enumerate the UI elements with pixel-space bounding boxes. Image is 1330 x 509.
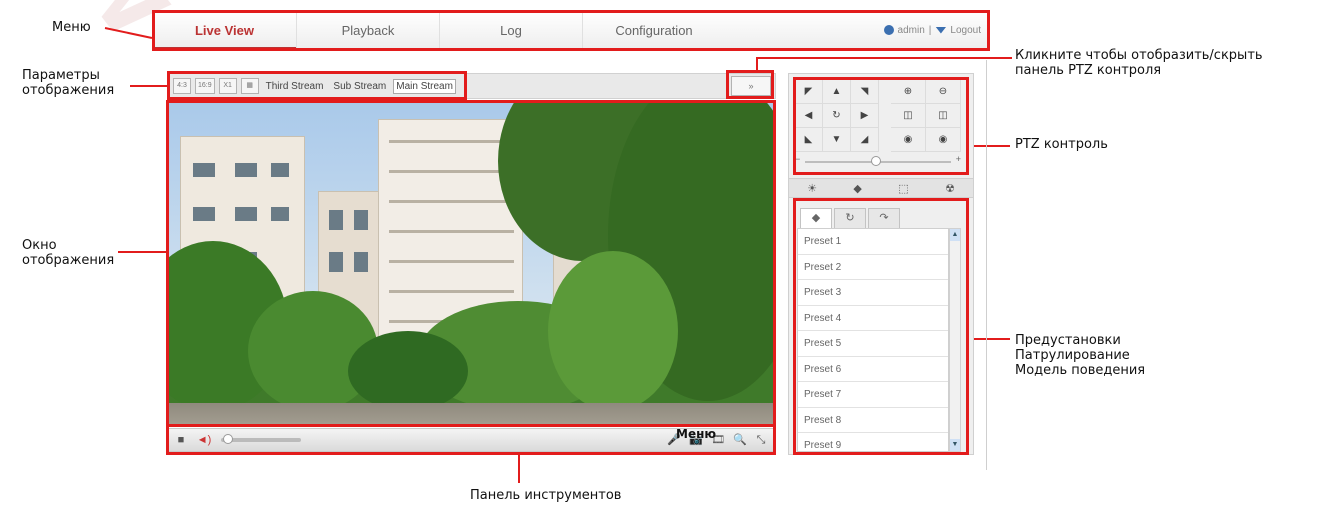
zoom-icon[interactable]: 🔍 xyxy=(733,434,747,446)
tab-playback[interactable]: Playback xyxy=(296,11,439,49)
tab-patrol[interactable]: ↻ xyxy=(834,208,866,228)
annotation-line xyxy=(518,455,520,483)
annotation-ptz-toggle: Кликните чтобы отобразить/скрыть панель … xyxy=(1015,48,1263,78)
list-item[interactable]: Preset 9 xyxy=(798,433,948,451)
speed-minus: − xyxy=(795,154,801,164)
ptz-up-right-button[interactable]: ◥ xyxy=(851,80,879,104)
list-item[interactable]: Preset 5 xyxy=(798,331,948,357)
video-window[interactable] xyxy=(168,101,773,425)
stop-icon[interactable]: ■ xyxy=(175,434,187,446)
ptz-left-button[interactable]: ◀ xyxy=(795,104,823,128)
iris-open-button[interactable]: ◉ xyxy=(891,128,926,152)
list-item[interactable]: Preset 3 xyxy=(798,280,948,306)
speed-plus: + xyxy=(955,154,961,164)
video-tree xyxy=(348,331,468,411)
tab-log[interactable]: Log xyxy=(439,11,582,49)
wiper-icon[interactable]: ◆ xyxy=(853,182,861,195)
separator: | xyxy=(928,24,932,36)
tab-live-view[interactable]: Live View xyxy=(153,12,296,49)
logout-icon[interactable] xyxy=(935,26,947,34)
lens-init-icon[interactable]: ☢ xyxy=(945,182,955,195)
user-icon xyxy=(883,25,894,35)
annotation-line xyxy=(970,338,1010,340)
aspect-4-3-button[interactable]: 4:3 xyxy=(173,78,191,94)
annotation-line xyxy=(756,57,758,71)
preset-scrollbar[interactable]: ▲ ▼ xyxy=(949,228,961,452)
annotation-display-window: Окно отображения xyxy=(22,238,115,268)
focus-far-button[interactable]: ◫ xyxy=(926,104,961,128)
volume-slider-knob[interactable] xyxy=(223,434,233,444)
ptz-speed-slider[interactable]: − + xyxy=(795,154,961,166)
annotation-line xyxy=(970,145,1010,147)
annotation-menu-overlap: Меню xyxy=(676,427,717,441)
preset-tabs: ◆ ↻ ↷ xyxy=(800,208,900,228)
annotation-menu: Меню xyxy=(52,20,91,35)
list-item[interactable]: Preset 8 xyxy=(798,408,948,433)
volume-slider[interactable] xyxy=(221,434,301,444)
annotation-display-params: Параметры отображения xyxy=(22,68,115,98)
ptz-down-left-button[interactable]: ◣ xyxy=(795,128,823,152)
auto-fill-button[interactable]: ▦ xyxy=(240,78,259,94)
ptz-direction-pad: ◤ ▲ ◥ ◀ ↻ ▶ ◣ ▼ ◢ xyxy=(795,80,879,152)
list-item[interactable]: Preset 1 xyxy=(798,229,948,255)
divider xyxy=(986,60,987,470)
fullscreen-icon[interactable]: ⤡ xyxy=(755,434,767,446)
scroll-up-icon[interactable]: ▲ xyxy=(950,229,960,241)
ptz-lens-controls: ⊕ ⊖ ◫ ◫ ◉ ◉ xyxy=(891,80,961,152)
scroll-down-icon[interactable]: ▼ xyxy=(950,439,960,451)
original-size-button[interactable]: X1 xyxy=(218,78,237,94)
list-item[interactable]: Preset 4 xyxy=(798,306,948,331)
annotation-toolbar: Панель инструментов xyxy=(470,488,622,503)
focus-near-button[interactable]: ◫ xyxy=(891,104,926,128)
ptz-up-button[interactable]: ▲ xyxy=(823,80,851,104)
ptz-up-left-button[interactable]: ◤ xyxy=(795,80,823,104)
ptz-function-row: ☀ ◆ ⬚ ☢ xyxy=(789,178,973,198)
zoom-in-button[interactable]: ⊕ xyxy=(891,80,926,104)
volume-icon[interactable]: ◄) xyxy=(195,434,213,446)
annotation-line xyxy=(130,85,168,87)
user-area: admin | Logout xyxy=(883,24,981,36)
top-menu: Live View Playback Log Configuration adm… xyxy=(153,11,989,49)
ptz-right-button[interactable]: ▶ xyxy=(851,104,879,128)
ptz-toggle-button[interactable]: » xyxy=(731,76,771,96)
annotation-ptz-control: PTZ контроль xyxy=(1015,137,1108,152)
light-icon[interactable]: ☀ xyxy=(807,182,817,195)
annotation-line xyxy=(118,251,168,253)
list-item[interactable]: Preset 2 xyxy=(798,255,948,280)
aspect-16-9-button[interactable]: 16:9 xyxy=(195,78,215,94)
username: admin xyxy=(897,24,925,36)
ptz-down-button[interactable]: ▼ xyxy=(823,128,851,152)
third-stream-option[interactable]: Third Stream xyxy=(263,79,327,94)
preset-list: Preset 1 Preset 2 Preset 3 Preset 4 Pres… xyxy=(797,228,949,452)
tab-preset[interactable]: ◆ xyxy=(800,208,832,228)
iris-close-button[interactable]: ◉ xyxy=(926,128,961,152)
ptz-down-right-button[interactable]: ◢ xyxy=(851,128,879,152)
annotation-line xyxy=(756,57,1012,59)
zoom-out-button[interactable]: ⊖ xyxy=(926,80,961,104)
video-tree xyxy=(548,251,678,411)
speed-slider-knob[interactable] xyxy=(871,156,881,166)
tab-configuration[interactable]: Configuration xyxy=(582,11,725,49)
main-stream-option[interactable]: Main Stream xyxy=(393,78,456,94)
sub-stream-option[interactable]: Sub Stream xyxy=(330,79,389,94)
logout-link[interactable]: Logout xyxy=(950,25,981,36)
display-params-bar: 4:3 16:9 X1 ▦ Third Stream Sub Stream Ma… xyxy=(168,73,776,99)
3d-position-icon[interactable]: ⬚ xyxy=(898,182,908,195)
list-item[interactable]: Preset 6 xyxy=(798,357,948,382)
video-road xyxy=(168,403,773,425)
annotation-line xyxy=(104,27,153,39)
ptz-auto-button[interactable]: ↻ xyxy=(823,104,851,128)
list-item[interactable]: Preset 7 xyxy=(798,382,948,408)
ptz-control: ◤ ▲ ◥ ◀ ↻ ▶ ◣ ▼ ◢ ⊕ ⊖ ◫ ◫ ◉ ◉ − + xyxy=(795,80,965,180)
annotation-presets: Предустановки Патрулирование Модель пове… xyxy=(1015,333,1146,378)
tab-pattern[interactable]: ↷ xyxy=(868,208,900,228)
